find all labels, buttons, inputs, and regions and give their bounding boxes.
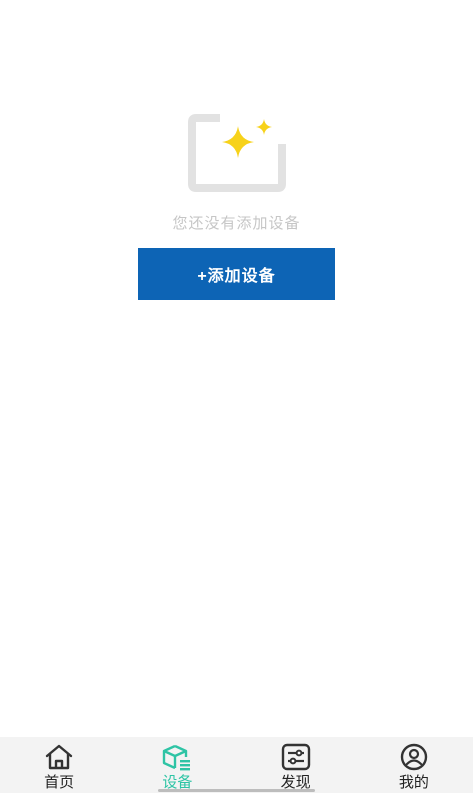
discover-sliders-icon (281, 743, 310, 771)
tab-mine[interactable]: 我的 (355, 737, 473, 793)
tab-mine-label: 我的 (398, 773, 429, 791)
tab-home[interactable]: 首页 (0, 737, 118, 793)
user-profile-icon (400, 743, 428, 771)
add-device-button[interactable]: +添加设备 (138, 248, 335, 300)
tab-discover[interactable]: 发现 (237, 737, 355, 793)
home-indicator[interactable] (158, 789, 315, 792)
device-screen: 您还没有添加设备 +添加设备 首页 设备 发现 我的 (0, 0, 473, 793)
home-icon (45, 744, 73, 770)
empty-box-sparkle-icon (188, 114, 286, 192)
tab-home-label: 首页 (44, 773, 75, 791)
bottom-tab-bar: 首页 设备 发现 我的 (0, 737, 473, 793)
empty-state-message: 您还没有添加设备 (172, 214, 301, 232)
tab-device[interactable]: 设备 (118, 737, 236, 793)
device-box-icon (163, 744, 191, 771)
